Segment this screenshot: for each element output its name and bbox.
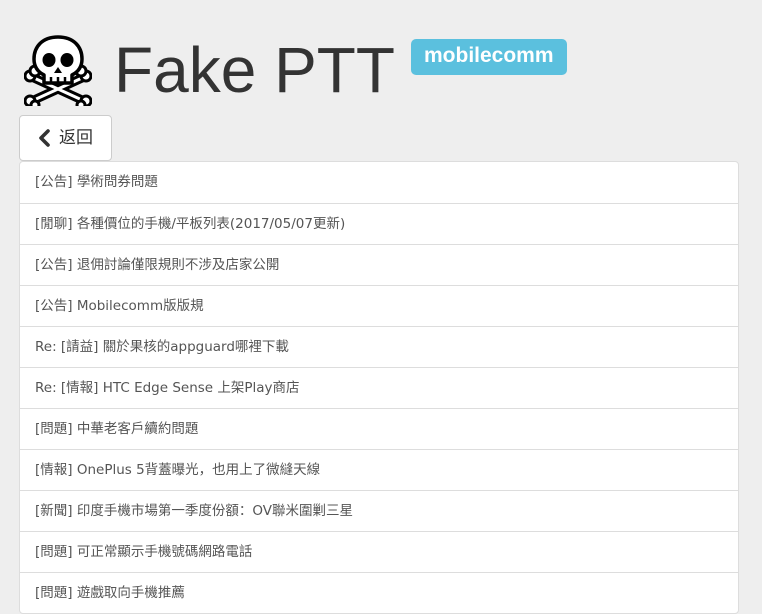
post-list-item[interactable]: [公告] Mobilecomm版版規 xyxy=(20,285,738,326)
post-list-item[interactable]: [問題] 中華老客戶續約問題 xyxy=(20,408,738,449)
post-list-item[interactable]: Re: [請益] 關於果核的appguard哪裡下載 xyxy=(20,326,738,367)
page-title: Fake PTT xyxy=(114,34,395,106)
post-list-item[interactable]: [情報] OnePlus 5背蓋曝光，也用上了微縫天線 xyxy=(20,449,738,490)
skull-and-crossbones-icon xyxy=(24,35,92,106)
back-button[interactable]: 返回 xyxy=(19,115,112,161)
post-list: [公告] 學術問券問題 [閒聊] 各種價位的手機/平板列表(2017/05/07… xyxy=(19,161,739,614)
post-list-item[interactable]: [新聞] 印度手機市場第一季度份額：OV聯米圍剿三星 xyxy=(20,490,738,531)
post-list-item[interactable]: [公告] 學術問券問題 xyxy=(20,162,738,203)
post-list-item[interactable]: [公告] 退佣討論僅限規則不涉及店家公開 xyxy=(20,244,738,285)
post-list-item[interactable]: Re: [情報] HTC Edge Sense 上架Play商店 xyxy=(20,367,738,408)
back-button-label: 返回 xyxy=(59,128,93,148)
page-header: Fake PTT mobilecomm xyxy=(0,0,762,112)
board-name-badge: mobilecomm xyxy=(411,39,567,75)
chevron-left-icon xyxy=(39,129,50,147)
post-list-item[interactable]: [問題] 可正常顯示手機號碼網路電話 xyxy=(20,531,738,572)
post-list-item[interactable]: [閒聊] 各種價位的手機/平板列表(2017/05/07更新) xyxy=(20,203,738,244)
post-list-item[interactable]: [問題] 遊戲取向手機推薦 xyxy=(20,572,738,613)
